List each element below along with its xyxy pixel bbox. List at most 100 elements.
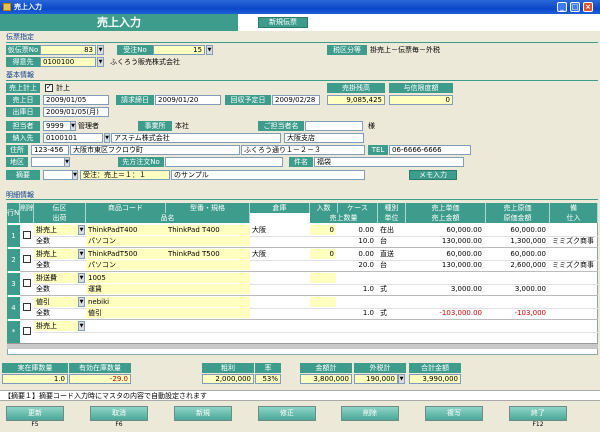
row-ship[interactable]: 全数 [34, 236, 86, 246]
fkey-button-7[interactable]: 終了 [509, 406, 567, 421]
row-qty[interactable] [310, 332, 376, 342]
close-button[interactable]: × [583, 2, 593, 12]
row-price[interactable]: 60,000.00 [406, 249, 484, 259]
row-price[interactable]: 60,000.00 [406, 225, 484, 235]
row-kind[interactable]: 値引 [34, 297, 78, 307]
row-name[interactable]: パソコン [86, 236, 250, 246]
tax-dropdown[interactable]: ▼ [398, 374, 405, 384]
subject-field[interactable]: 福袋 [314, 157, 464, 167]
temp-no-field[interactable]: 83 [40, 45, 96, 55]
dest-name-field[interactable]: アステム株式会社 [111, 133, 281, 143]
row-model[interactable] [166, 297, 250, 307]
row-camount[interactable]: 3,000.00 [486, 284, 548, 294]
row-ship[interactable]: 全数 [34, 284, 86, 294]
summary-dropdown[interactable]: ▼ [72, 170, 78, 180]
fkey-button-5[interactable]: 削除 [341, 406, 399, 421]
row-delete-checkbox[interactable] [23, 279, 31, 287]
row-supplier[interactable] [550, 284, 598, 294]
row-camount[interactable]: -103,000 [486, 308, 548, 318]
staff-code-field[interactable]: 9999 [43, 121, 71, 131]
area-dropdown[interactable]: ▼ [64, 157, 70, 167]
row-name[interactable]: 運賃 [86, 284, 250, 294]
row-unit[interactable]: 式 [378, 308, 406, 318]
order-no-field[interactable]: 15 [153, 45, 205, 55]
row-type[interactable] [378, 273, 406, 283]
row-code[interactable]: ThinkPadT500 [86, 249, 166, 259]
area-field[interactable] [31, 157, 65, 167]
row-case[interactable]: 0.00 [338, 249, 376, 259]
row-kind[interactable]: 掛売上 [34, 321, 78, 331]
addr1-field[interactable]: 大阪市東区フクロウ町 [70, 145, 240, 155]
row-qtyin[interactable]: 0 [310, 225, 336, 235]
summary-suffix-field[interactable]: のサンプル [171, 170, 365, 180]
ship-date-field[interactable]: 2009/01/05(月) [43, 107, 109, 117]
customer-code-field[interactable]: 0100100 [40, 57, 96, 67]
row-unit[interactable]: 台 [378, 236, 406, 246]
row-type[interactable] [378, 321, 406, 331]
memo-button[interactable]: メモ入力 [409, 170, 457, 180]
row-kind[interactable]: 掛売上 [34, 249, 78, 259]
row-price[interactable] [406, 297, 484, 307]
row-amount[interactable]: 130,000.00 [406, 260, 484, 270]
collect-date-field[interactable]: 2009/02/28 [272, 95, 320, 105]
row-ship[interactable] [34, 332, 86, 342]
row-delete-checkbox[interactable] [23, 327, 31, 335]
row-code[interactable]: 1005 [86, 273, 166, 283]
summary-code-field[interactable] [43, 170, 73, 180]
row-qty[interactable]: 1.0 [310, 308, 376, 318]
fkey-button-4[interactable]: 修正 [258, 406, 316, 421]
row-warehouse[interactable] [250, 321, 308, 331]
sales-date-field[interactable]: 2009/01/05 [43, 95, 109, 105]
row-warehouse[interactable]: 大阪 [250, 225, 308, 235]
row-amount[interactable]: 3,000.00 [406, 284, 484, 294]
row-model[interactable]: ThinkPad T500 [166, 249, 250, 259]
row-price[interactable] [406, 321, 484, 331]
row-cost[interactable] [486, 321, 548, 331]
attn-field[interactable] [305, 121, 363, 131]
row-type[interactable]: 在出 [378, 225, 406, 235]
row-warehouse[interactable]: 大阪 [250, 249, 308, 259]
row-kind[interactable]: 掛売上 [34, 225, 78, 235]
fkey-button-3[interactable]: 新規 [174, 406, 232, 421]
row-qty[interactable]: 10.0 [310, 236, 376, 246]
row-kind-dropdown[interactable]: ▼ [78, 225, 85, 235]
row-unit[interactable] [378, 332, 406, 342]
row-code[interactable]: ThinkPadT400 [86, 225, 166, 235]
row-warehouse[interactable] [250, 273, 308, 283]
row-ship[interactable]: 全数 [34, 308, 86, 318]
row-type[interactable]: 直送 [378, 249, 406, 259]
row-warehouse[interactable] [250, 297, 308, 307]
row-supplier[interactable]: ミミズク商事 [550, 260, 598, 270]
row-delete-checkbox[interactable] [23, 231, 31, 239]
row-unit[interactable]: 式 [378, 284, 406, 294]
temp-no-dropdown[interactable]: ▼ [97, 45, 104, 55]
row-kind[interactable]: 掛送費 [34, 273, 78, 283]
row-model[interactable] [166, 321, 250, 331]
row-case[interactable] [338, 321, 376, 331]
row-case[interactable] [338, 273, 376, 283]
row-name[interactable]: パソコン [86, 260, 250, 270]
row-model[interactable] [166, 273, 250, 283]
row-delete-checkbox[interactable] [23, 255, 31, 263]
row-cost[interactable] [486, 297, 548, 307]
addr2-field[interactable]: ふくろう通り１－２－３ [241, 145, 365, 155]
row-name[interactable] [86, 332, 250, 342]
row-delete-checkbox[interactable] [23, 303, 31, 311]
row-qtyin[interactable]: 0 [310, 249, 336, 259]
row-camount[interactable]: 2,600,000 [486, 260, 548, 270]
dest-code-field[interactable]: 0100101 [43, 133, 103, 143]
row-code[interactable] [86, 321, 166, 331]
summary-field[interactable]: 受注：売上＝１：１ [80, 170, 170, 180]
row-amount[interactable]: -103,000.00 [406, 308, 484, 318]
maximize-button[interactable]: □ [570, 2, 580, 12]
row-name[interactable]: 値引 [86, 308, 250, 318]
dest-dropdown[interactable]: ▼ [104, 133, 110, 143]
row-type[interactable] [378, 297, 406, 307]
row-amount[interactable] [406, 332, 484, 342]
close-date-field[interactable]: 2009/01/20 [155, 95, 221, 105]
order-no-dropdown[interactable]: ▼ [206, 45, 213, 55]
po-field[interactable] [165, 157, 283, 167]
row-qty[interactable]: 20.0 [310, 260, 376, 270]
row-qtyin[interactable] [310, 321, 336, 331]
minimize-button[interactable]: _ [557, 2, 567, 12]
